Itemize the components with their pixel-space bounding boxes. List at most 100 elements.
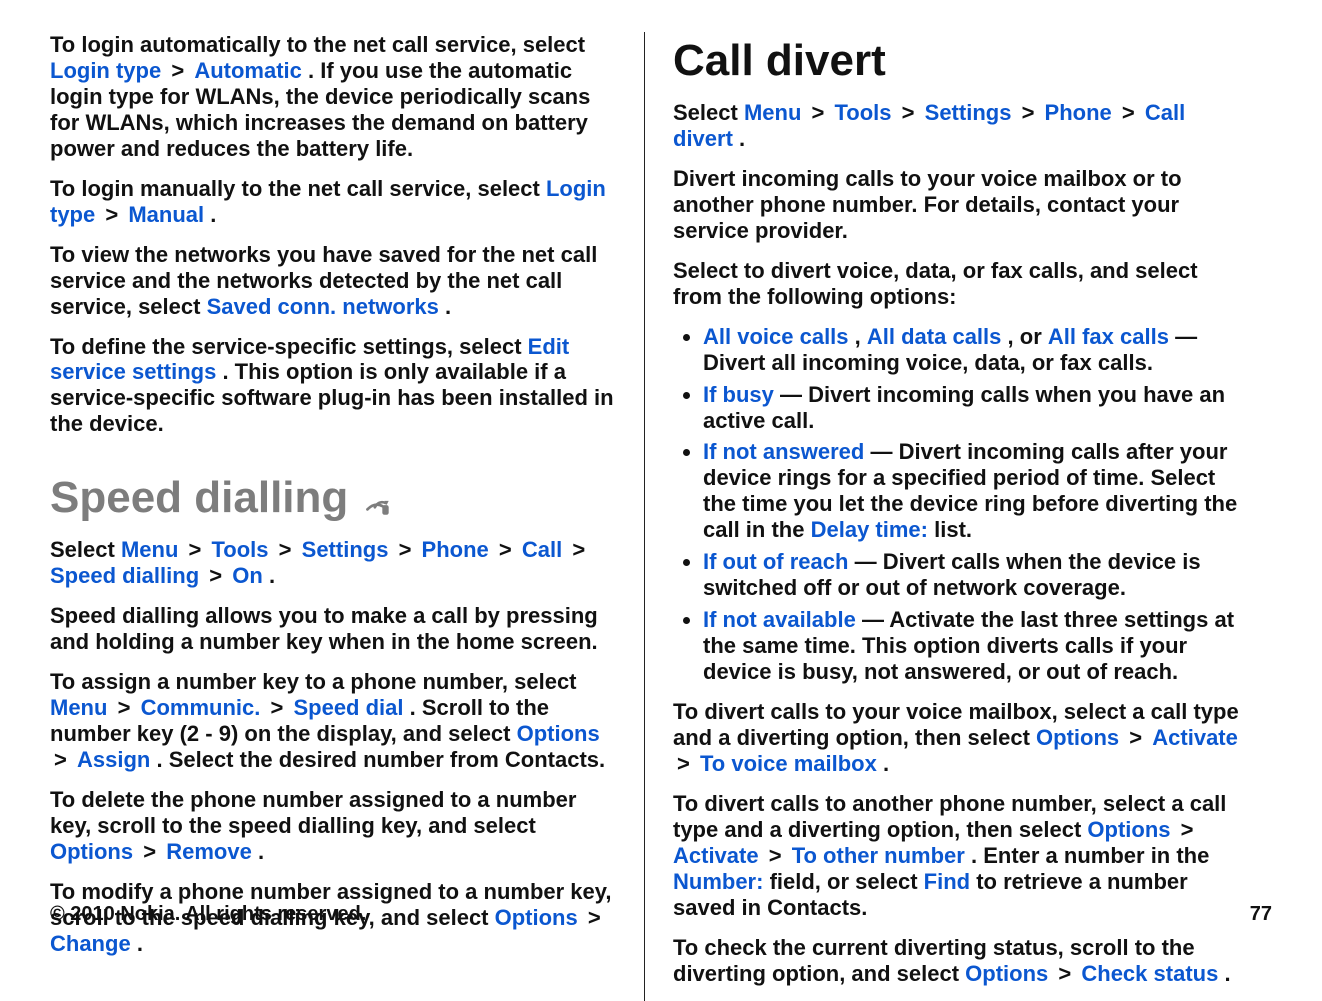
menu-item: If not available [703, 607, 856, 632]
menu-item: Manual [128, 202, 204, 227]
menu-item: Automatic [194, 58, 302, 83]
menu-item: On [232, 563, 263, 588]
separator: > [765, 843, 786, 868]
right-column: Call divert Select Menu > Tools > Settin… [645, 32, 1240, 1001]
page-footer: © 2010 Nokia. All rights reserved. 77 [50, 903, 1272, 926]
menu-item: To other number [792, 843, 965, 868]
text: To assign a number key to a phone number… [50, 669, 577, 694]
separator: > [50, 747, 71, 772]
separator: > [114, 695, 135, 720]
menu-item: Login type [50, 58, 161, 83]
menu-item: Change [50, 931, 131, 956]
separator: > [673, 751, 694, 776]
menu-item: Tools [835, 100, 892, 125]
heading-call-divert: Call divert [673, 36, 1240, 86]
menu-item: Settings [302, 537, 389, 562]
paragraph: To view the networks you have saved for … [50, 242, 616, 320]
copyright-text: © 2010 Nokia. All rights reserved. [50, 903, 366, 926]
menu-item: Call [522, 537, 562, 562]
menu-item: Options [1036, 725, 1119, 750]
menu-item: Options [965, 961, 1048, 986]
menu-path: Select Menu > Tools > Settings > Phone >… [50, 537, 616, 589]
menu-item: Check status [1081, 961, 1218, 986]
menu-item: If out of reach [703, 549, 848, 574]
text: . [739, 126, 745, 151]
separator: > [205, 563, 226, 588]
separator: > [898, 100, 919, 125]
menu-item: Number: [673, 869, 763, 894]
paragraph: Divert incoming calls to your voice mail… [673, 166, 1240, 244]
menu-item: All fax calls [1048, 324, 1169, 349]
paragraph: To delete the phone number assigned to a… [50, 787, 616, 865]
list-item: If out of reach — Divert calls when the … [703, 549, 1240, 601]
heading-text: Speed dialling [50, 473, 348, 523]
text: , or [1008, 324, 1048, 349]
separator: > [1018, 100, 1039, 125]
text: To login manually to the net call servic… [50, 176, 546, 201]
menu-item: All voice calls [703, 324, 849, 349]
separator: > [275, 537, 296, 562]
text: Select [50, 537, 121, 562]
menu-item: Remove [166, 839, 252, 864]
text: field, or select [770, 869, 924, 894]
menu-item: Options [517, 721, 600, 746]
text: . Select the desired number from Contact… [156, 747, 605, 772]
text: . [210, 202, 216, 227]
speed-dial-icon [360, 481, 394, 515]
separator: > [185, 537, 206, 562]
paragraph: To login automatically to the net call s… [50, 32, 616, 162]
paragraph: To define the service-specific settings,… [50, 334, 616, 438]
menu-item: Speed dialling [50, 563, 199, 588]
menu-item: Menu [50, 695, 107, 720]
paragraph: Speed dialling allows you to make a call… [50, 603, 616, 655]
paragraph: Select to divert voice, data, or fax cal… [673, 258, 1240, 310]
list-item: All voice calls , All data calls , or Al… [703, 324, 1240, 376]
menu-item: Menu [744, 100, 801, 125]
text: Select [673, 100, 744, 125]
paragraph: To divert calls to your voice mailbox, s… [673, 699, 1240, 777]
paragraph: To divert calls to another phone number,… [673, 791, 1240, 921]
menu-item: Saved conn. networks [207, 294, 439, 319]
text: . [883, 751, 889, 776]
menu-item: If busy [703, 382, 774, 407]
menu-item: Activate [1152, 725, 1238, 750]
menu-item: All data calls [867, 324, 1002, 349]
menu-item: Assign [77, 747, 150, 772]
menu-item: Activate [673, 843, 759, 868]
separator: > [808, 100, 829, 125]
separator: > [568, 537, 589, 562]
text: list. [934, 517, 972, 542]
menu-item: Options [50, 839, 133, 864]
text: , [855, 324, 867, 349]
text: . [137, 931, 143, 956]
heading-speed-dialling: Speed dialling [50, 473, 616, 523]
list-item: If not available — Activate the last thr… [703, 607, 1240, 685]
manual-page: To login automatically to the net call s… [0, 0, 1322, 1001]
list-item: If busy — Divert incoming calls when you… [703, 382, 1240, 434]
menu-item: Find [924, 869, 970, 894]
menu-path: Select Menu > Tools > Settings > Phone >… [673, 100, 1240, 152]
menu-item: To voice mailbox [700, 751, 877, 776]
separator: > [101, 202, 122, 227]
separator: > [167, 58, 188, 83]
menu-item: Communic. [141, 695, 261, 720]
paragraph: To login manually to the net call servic… [50, 176, 616, 228]
separator: > [1054, 961, 1075, 986]
options-list: All voice calls , All data calls , or Al… [673, 324, 1240, 685]
list-item: If not answered — Divert incoming calls … [703, 439, 1240, 543]
menu-item: Phone [422, 537, 489, 562]
separator: > [495, 537, 516, 562]
text: — Divert incoming calls when you have an… [703, 382, 1225, 433]
menu-item: Menu [121, 537, 178, 562]
left-column: To login automatically to the net call s… [50, 32, 645, 1001]
menu-item: Speed dial [293, 695, 403, 720]
menu-item: Delay time: [811, 517, 928, 542]
text: . [269, 563, 275, 588]
text: To delete the phone number assigned to a… [50, 787, 576, 838]
separator: > [139, 839, 160, 864]
text: . Enter a number in the [971, 843, 1209, 868]
text: To define the service-specific settings,… [50, 334, 528, 359]
menu-item: Tools [212, 537, 269, 562]
text: . [445, 294, 451, 319]
menu-item: Phone [1045, 100, 1112, 125]
